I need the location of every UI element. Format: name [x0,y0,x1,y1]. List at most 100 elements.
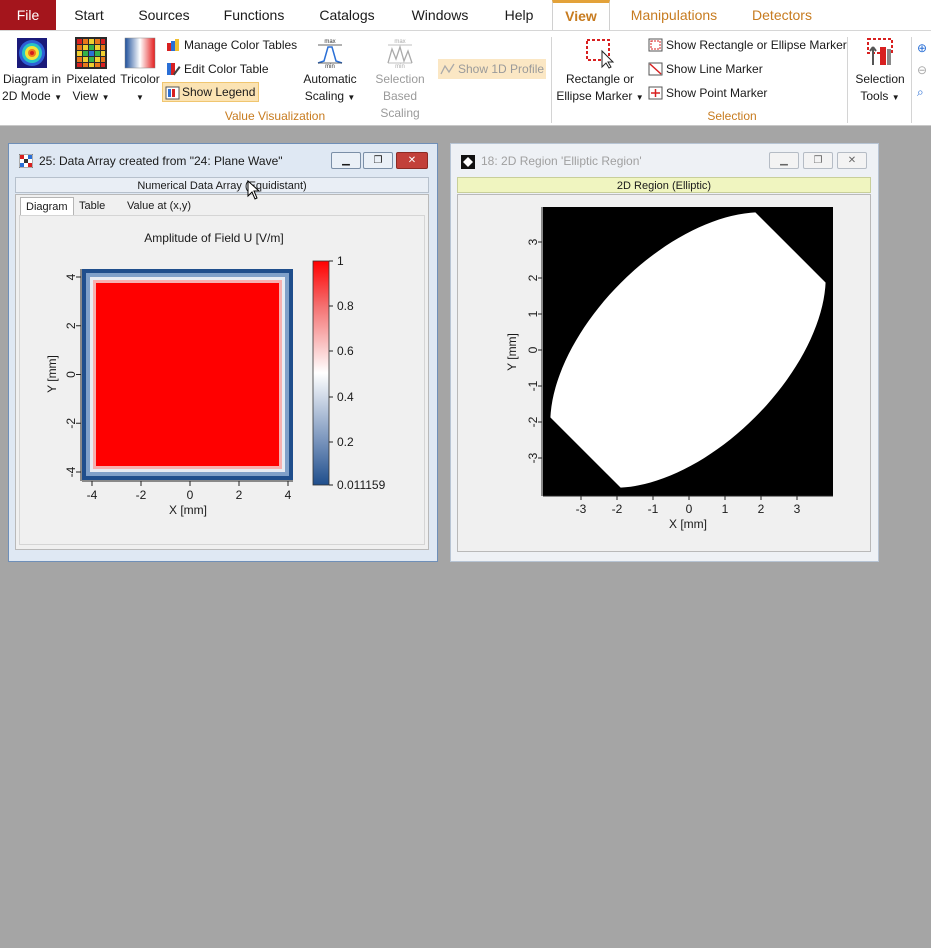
y-tick-label: 4 [64,273,78,280]
restore-button[interactable]: ❐ [363,152,393,169]
show-rect-ellipse-marker-button[interactable]: Show Rectangle or Ellipse Marker [646,35,847,55]
selection-tools-label-2: Tools ▼ [860,89,900,103]
chevron-down-icon: ▼ [347,93,356,102]
selection-scaling-label-1: Selection [375,72,425,86]
data-array-window[interactable]: 25: Data Array created from "24: Plane W… [8,143,438,562]
ribbon-separator [847,37,848,123]
pixelated-view-button[interactable]: Pixelated View ▼ [64,37,118,106]
window-title: 25: Data Array created from "24: Plane W… [39,154,283,168]
show-line-marker-button[interactable]: Show Line Marker [646,59,763,79]
x-tick-label: -2 [136,488,147,502]
color-legend-labels: 1 0.8 0.6 0.4 0.2 0.011159 [329,254,386,492]
ribbon-separator [911,37,912,123]
tab-diagram[interactable]: Diagram [20,197,74,215]
selection-based-scaling-button[interactable]: max min Selection Based Scaling [362,37,438,122]
legend-tick-label: 0.011159 [337,478,386,492]
profile-icon [440,63,455,75]
show-1d-profile-label: Show 1D Profile [458,62,545,76]
field-plateau [96,283,279,466]
data-array-type-header: Numerical Data Array (Equidistant) [15,177,429,193]
tricolor-label: Tricolor [120,72,160,86]
diagram-2d-mode-button[interactable]: Diagram in 2D Mode ▼ [2,37,62,106]
region-plot[interactable]: -3 -2 -1 0 1 2 3 3 2 1 0 -1 -2 -3 X [mm] Y [mm] [458,195,870,551]
tricolor-button[interactable]: Tricolor ▼ [118,37,162,106]
mouse-cursor-icon [247,180,261,200]
zoom-out-icon[interactable]: ⊖ [917,59,931,81]
point-marker-icon [648,86,663,100]
tab-functions[interactable]: Functions [219,0,289,30]
data-array-content: Diagram Table Value at (x,y) Amplitude o… [15,194,429,550]
window-title: 18: 2D Region 'Elliptic Region' [481,154,642,168]
show-1d-profile-button[interactable]: Show 1D Profile [438,59,546,79]
diagram-area[interactable]: Amplitude of Field U [V/m] -4 -2 0 2 4 4 2 0 -2… [19,215,425,545]
edit-color-table-button[interactable]: Edit Color Table [164,59,269,79]
group-label-value-visualization: Value Visualization [224,109,326,123]
y-tick-label: -1 [526,380,540,391]
minimize-button[interactable]: ▁ [331,152,361,169]
tab-value-at-xy[interactable]: Value at (x,y) [122,197,196,215]
tab-windows[interactable]: Windows [405,0,475,30]
show-legend-label: Show Legend [182,85,256,99]
rectangle-ellipse-marker-button[interactable]: Rectangle or Ellipse Marker ▼ [556,37,644,106]
legend-tick-label: 0.2 [337,435,354,449]
region-window[interactable]: 18: 2D Region 'Elliptic Region' ▁ ❐ ✕ 2D… [450,143,879,562]
manage-color-tables-button[interactable]: Manage Color Tables [164,35,297,55]
auto-scaling-label-1: Automatic [303,72,357,86]
tab-sources[interactable]: Sources [134,0,194,30]
marker-cursor-icon [586,39,615,69]
y-tick-label: 3 [526,238,540,245]
close-button[interactable]: ✕ [837,152,867,169]
legend-tick-label: 0.6 [337,344,354,358]
x-tick-label: 1 [722,502,729,516]
minimize-icon: ▁ [342,155,350,166]
region-diamond-icon [461,155,475,169]
zoom-search-icon[interactable]: ⌕ [917,81,931,103]
y-tick-label: 0 [64,371,78,378]
minimize-button[interactable]: ▁ [769,152,799,169]
chevron-down-icon: ▼ [54,93,62,102]
restore-icon: ❐ [813,155,823,166]
svg-text:max: max [394,39,405,45]
legend-tick-label: 1 [337,254,344,268]
tab-file[interactable]: File [0,0,56,30]
show-point-marker-button[interactable]: Show Point Marker [646,83,767,103]
tab-catalogs[interactable]: Catalogs [314,0,380,30]
y-tick-label: 2 [526,274,540,281]
window-titlebar[interactable]: 18: 2D Region 'Elliptic Region' ▁ ❐ ✕ [451,144,878,178]
tab-detectors[interactable]: Detectors [745,0,819,30]
minimize-icon: ▁ [780,155,788,166]
color-legend-bar [312,260,330,486]
color-table-manage-icon [167,39,179,51]
x-tick-label: -3 [576,502,587,516]
amplitude-plot[interactable]: Amplitude of Field U [V/m] -4 -2 0 2 4 4 2 0 -2… [20,216,426,546]
show-point-marker-label: Show Point Marker [666,86,768,100]
tricolor-gradient-icon [124,37,156,69]
svg-text:min: min [395,64,405,69]
x-tick-label: 0 [686,502,693,516]
close-button[interactable]: ✕ [396,152,428,169]
show-legend-button[interactable]: Show Legend [162,82,259,102]
x-tick-group: -4 -2 0 2 4 [87,481,292,502]
chevron-down-icon: ▼ [101,93,110,102]
x-axis-label: X [mm] [169,503,207,517]
legend-icon [165,86,180,100]
diagram-2d-label-2: 2D Mode ▼ [2,89,62,103]
zoom-in-icon[interactable]: ⊕ [917,37,931,59]
x-tick-label: 2 [236,488,243,502]
svg-text:min: min [325,64,335,69]
tab-start[interactable]: Start [68,0,110,30]
restore-button[interactable]: ❐ [803,152,833,169]
tab-view[interactable]: View [552,0,610,30]
y-tick-group: 3 2 1 0 -1 -2 -3 [526,238,542,463]
tab-help[interactable]: Help [499,0,539,30]
window-titlebar[interactable]: 25: Data Array created from "24: Plane W… [9,144,437,178]
selection-scaling-icon: max min [387,39,413,69]
selection-tools-button[interactable]: Selection Tools ▼ [852,37,908,106]
automatic-scaling-button[interactable]: max min Automatic Scaling ▼ [298,37,362,106]
pencil-icon [167,63,181,76]
tab-table[interactable]: Table [74,197,110,215]
diagram-2d-icon [17,38,47,68]
selection-tools-label-1: Selection [855,72,905,86]
tab-manipulations[interactable]: Manipulations [624,0,724,30]
region-diagram-area[interactable]: -3 -2 -1 0 1 2 3 3 2 1 0 -1 -2 -3 X [mm] Y [mm] [457,194,871,552]
